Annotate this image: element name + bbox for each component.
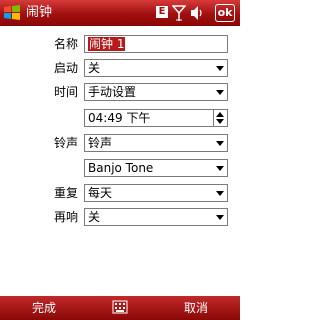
ringtone-name-value: Banjo Tone bbox=[88, 161, 154, 175]
spin-down-icon[interactable] bbox=[216, 119, 224, 124]
chevron-down-icon bbox=[216, 66, 224, 71]
name-input[interactable]: 闹钟 1 bbox=[84, 35, 228, 53]
time-label: 时间 bbox=[53, 85, 78, 99]
repeat-dropdown[interactable]: 每天 bbox=[84, 184, 228, 202]
network-badge: E bbox=[156, 6, 168, 18]
chevron-down-icon bbox=[216, 166, 224, 171]
name-label: 名称 bbox=[53, 37, 78, 51]
enabled-dropdown[interactable]: 关 bbox=[84, 59, 228, 77]
snooze-dropdown[interactable]: 关 bbox=[84, 208, 228, 226]
repeat-label: 重复 bbox=[53, 186, 78, 200]
time-value: 04:49 下午 bbox=[88, 111, 151, 125]
time-mode-dropdown[interactable]: 手动设置 bbox=[84, 83, 228, 101]
ringtone-name-dropdown[interactable]: Banjo Tone bbox=[84, 159, 228, 177]
cancel-softkey[interactable]: 取消 bbox=[184, 299, 208, 317]
enabled-value: 关 bbox=[88, 61, 101, 75]
enabled-label: 启动 bbox=[53, 61, 78, 75]
ringtone-type-value: 铃声 bbox=[88, 136, 113, 150]
softkey-bar: 完成 取消 bbox=[0, 296, 240, 320]
window-title: 闹钟 bbox=[26, 5, 53, 20]
chevron-down-icon bbox=[216, 215, 224, 220]
signal-icon[interactable] bbox=[172, 4, 186, 22]
chevron-down-icon bbox=[216, 191, 224, 196]
spin-up-icon[interactable] bbox=[216, 112, 224, 117]
ringtone-label: 铃声 bbox=[53, 136, 78, 150]
name-input-value: 闹钟 1 bbox=[88, 37, 126, 51]
snooze-label: 再响 bbox=[53, 210, 78, 224]
spinner-control[interactable] bbox=[214, 111, 226, 125]
done-softkey[interactable]: 完成 bbox=[32, 299, 56, 317]
alarm-form: 名称 闹钟 1 启动 关 时间 手动设置 04:49 下午 铃声 铃声 Banj… bbox=[0, 26, 240, 296]
keyboard-icon[interactable] bbox=[112, 299, 128, 315]
time-spinner[interactable]: 04:49 下午 bbox=[84, 109, 228, 127]
chevron-down-icon bbox=[216, 90, 224, 95]
chevron-down-icon bbox=[216, 141, 224, 146]
snooze-value: 关 bbox=[88, 210, 101, 224]
windows-start-icon[interactable] bbox=[3, 4, 21, 22]
time-mode-value: 手动设置 bbox=[88, 85, 137, 99]
ringtone-type-dropdown[interactable]: 铃声 bbox=[84, 134, 228, 152]
repeat-value: 每天 bbox=[88, 186, 113, 200]
title-bar: 闹钟 E ok bbox=[0, 0, 240, 26]
speaker-icon[interactable] bbox=[190, 5, 204, 21]
ok-button[interactable]: ok bbox=[215, 4, 235, 22]
